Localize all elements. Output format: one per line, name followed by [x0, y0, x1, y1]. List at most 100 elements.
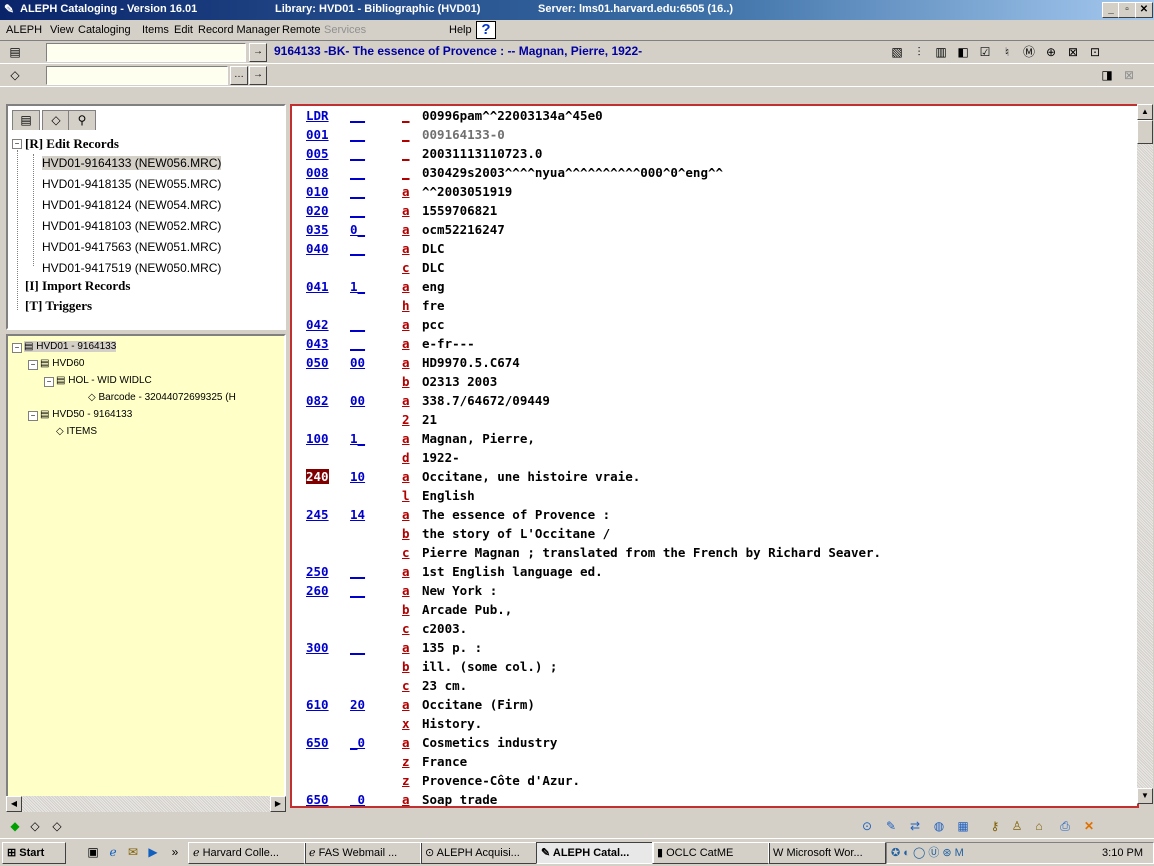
home-icon[interactable]: ⌂	[1030, 817, 1048, 835]
record-item[interactable]: HVD01-9418135 (NEW055.MRC)	[42, 177, 221, 191]
tools-icon[interactable]: ✎	[882, 817, 900, 835]
vertical-scrollbar[interactable]: ▲ ▼	[1137, 104, 1153, 804]
scroll-down-arrow[interactable]: ▼	[1137, 788, 1153, 804]
mail-icon[interactable]: ✉	[124, 843, 142, 861]
scroll-right-arrow[interactable]: ▶	[270, 796, 286, 812]
marc-subfield-value: ill. (some col.) ;	[422, 659, 558, 674]
move-icon[interactable]: ⊕	[1042, 43, 1060, 61]
scroll-left-arrow[interactable]: ◀	[6, 796, 22, 812]
media-icon[interactable]: ▶	[144, 843, 162, 861]
marc-subfield-value: e-fr---	[422, 336, 475, 351]
marc-tag: 250	[306, 564, 329, 579]
hvd60-node[interactable]: ▤ HVD60	[40, 358, 84, 369]
delete-icon[interactable]: ⊠	[1064, 43, 1082, 61]
taskbar-fas[interactable]: ℯ FAS Webmail ...	[304, 842, 422, 864]
marc-subfield-code: d	[402, 450, 410, 465]
horizontal-scrollbar[interactable]: ◀ ▶	[6, 796, 286, 812]
menu-items[interactable]: Items	[142, 24, 169, 36]
display-icon[interactable]: ◨	[1098, 66, 1116, 84]
collapse-icon[interactable]: −	[12, 343, 22, 353]
more-icon[interactable]: »	[166, 843, 184, 861]
tree-icon[interactable]: ⫶	[910, 43, 928, 61]
collapse-icon[interactable]: −	[44, 377, 54, 387]
taskbar-oclc[interactable]: ▮ OCLC CatME	[652, 842, 770, 864]
tab-items[interactable]: ◇	[42, 110, 70, 130]
marc-subfield-value: English	[422, 488, 475, 503]
marc-indicators: __	[350, 203, 366, 218]
record-item[interactable]: HVD01-9417519 (NEW050.MRC)	[42, 261, 221, 275]
browse-button[interactable]: …	[230, 66, 248, 85]
lamp-icon[interactable]: ♙	[1008, 817, 1026, 835]
catalog-icon[interactable]: ▤	[6, 43, 24, 61]
edit-records-node[interactable]: [R] Edit Records	[25, 136, 119, 152]
marc-subfield-code: a	[402, 564, 410, 579]
split-icon[interactable]: ♮	[998, 43, 1016, 61]
import-records-node[interactable]: [I] Import Records	[25, 278, 130, 294]
marc-record-editor[interactable]: LDR __ _ 00996pam^^22003134a^45e0 001 __ _ 0091…	[290, 104, 1139, 808]
collapse-icon[interactable]: −	[12, 139, 22, 149]
menu-aleph[interactable]: ALEPH	[6, 24, 42, 36]
go-arrow-button-2[interactable]: →	[249, 66, 267, 85]
marc-subfield-code: b	[402, 659, 410, 674]
marc-indicators: __	[350, 146, 366, 161]
record-item[interactable]: HVD01-9418103 (NEW052.MRC)	[42, 219, 221, 233]
window-icon[interactable]: ▦	[954, 817, 972, 835]
exit-icon[interactable]: ✕	[1080, 817, 1098, 835]
app-icon: ✎	[4, 2, 15, 16]
save-icon[interactable]: ◧	[954, 43, 972, 61]
marc-subfield-code: z	[402, 773, 410, 788]
record-item[interactable]: HVD01-9164133 (NEW056.MRC)	[42, 156, 222, 170]
desktop-icon[interactable]: ▣	[84, 843, 102, 861]
taskbar-harvard[interactable]: ℯ Harvard Colle...	[188, 842, 306, 864]
marc-icon[interactable]: Ⓜ	[1020, 43, 1038, 61]
close-record-icon[interactable]: ⊡	[1086, 43, 1104, 61]
maximize-button[interactable]: ▫	[1118, 2, 1136, 18]
holdings-root[interactable]: ▤ HVD01 - 9164133	[24, 341, 117, 352]
tab-search[interactable]: ⚲	[68, 110, 96, 130]
tab-catalog[interactable]: ▤	[12, 110, 40, 130]
menu-cataloging[interactable]: Cataloging	[78, 24, 131, 36]
menu-edit[interactable]: Edit	[174, 24, 193, 36]
menu-record-manager[interactable]: Record Manager	[198, 24, 280, 36]
record-item[interactable]: HVD01-9417563 (NEW051.MRC)	[42, 240, 221, 254]
holdings-root-label: HVD01 - 9164133	[36, 341, 117, 352]
go-arrow-button[interactable]: →	[249, 43, 267, 62]
menu-help[interactable]: Help	[449, 24, 472, 36]
collapse-icon[interactable]: −	[28, 360, 38, 370]
connect-icon[interactable]: ⇄	[906, 817, 924, 835]
collapse-icon[interactable]: −	[28, 411, 38, 421]
network-icon[interactable]: ⊙	[858, 817, 876, 835]
scroll-thumb[interactable]	[1137, 120, 1153, 144]
items-node[interactable]: ◇ ITEMS	[56, 426, 97, 437]
taskbar-aleph-cat[interactable]: ✎ ALEPH Catal...	[536, 842, 654, 864]
help-icon[interactable]: ?	[476, 21, 496, 39]
taskbar-word[interactable]: W Microsoft Wor...	[768, 842, 886, 864]
marc-tag: 005	[306, 146, 329, 161]
window-title: ALEPH Cataloging - Version 16.01	[20, 3, 198, 15]
marc-subfield-value: Occitane (Firm)	[422, 697, 535, 712]
scroll-up-arrow[interactable]: ▲	[1137, 104, 1153, 120]
grid-icon[interactable]: ▥	[932, 43, 950, 61]
barcode-node[interactable]: ◇ Barcode - 32044072699325 (H	[88, 392, 236, 403]
print-icon[interactable]: ⎙	[1056, 817, 1074, 835]
key-icon[interactable]: ⚷	[986, 817, 1004, 835]
search-field-2[interactable]	[46, 66, 228, 85]
check-icon[interactable]: ☑	[976, 43, 994, 61]
triggers-node[interactable]: [T] Triggers	[25, 298, 92, 314]
menu-view[interactable]: View	[50, 24, 74, 36]
globe-icon[interactable]: ◍	[930, 817, 948, 835]
close-button[interactable]: ✕	[1135, 2, 1153, 18]
marc-subfield-code: c	[402, 260, 410, 275]
start-button[interactable]: ⊞ Start	[2, 842, 66, 864]
search-field-1[interactable]	[46, 43, 246, 62]
hol-node[interactable]: ▤ HOL - WID WIDLC	[56, 375, 152, 386]
ie-icon[interactable]: ℯ	[104, 843, 122, 861]
marc-subfield-value: fre	[422, 298, 445, 313]
tray-icons: ✪ ◐ ◯ Ⓤ ⊛ M	[891, 847, 964, 859]
new-record-icon[interactable]: ▧	[888, 43, 906, 61]
menu-remote[interactable]: Remote	[282, 24, 321, 36]
record-item[interactable]: HVD01-9418124 (NEW054.MRC)	[42, 198, 221, 212]
item-icon[interactable]: ◇	[6, 66, 24, 84]
hvd50-node[interactable]: ▤ HVD50 - 9164133	[40, 409, 132, 420]
taskbar-aleph-acq[interactable]: ⊙ ALEPH Acquisi...	[420, 842, 538, 864]
